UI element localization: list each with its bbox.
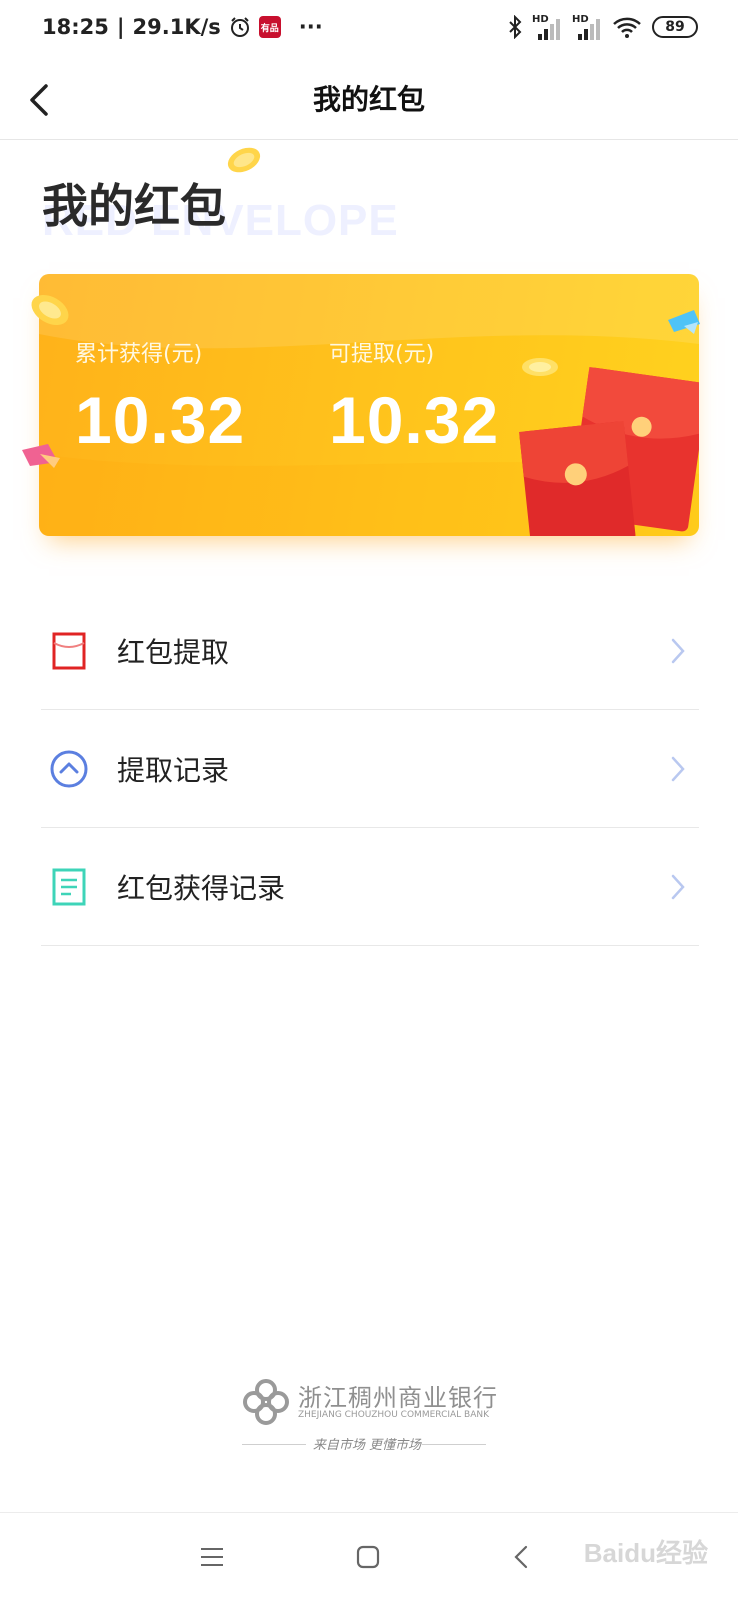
menu-label: 红包提取 <box>117 635 230 669</box>
coin-icon <box>227 147 261 173</box>
battery-icon: 89 <box>652 16 698 38</box>
menu-label: 提取记录 <box>117 753 230 787</box>
page-title: 我的红包 <box>312 83 425 116</box>
withdrawable-value: 10.32 <box>329 383 500 457</box>
red-envelope-icon <box>52 632 86 669</box>
app-badge-icon: 有品 <box>258 16 281 38</box>
signal-1: HD <box>532 14 562 40</box>
signal-2: HD <box>572 14 602 40</box>
back-icon[interactable] <box>508 1543 536 1571</box>
bank-logo-icon <box>243 1379 289 1425</box>
baidu-watermark: Baidu经验 <box>583 1538 708 1568</box>
system-navigation-bar: Baidu经验 <box>0 1512 738 1600</box>
confetti-icon <box>22 444 60 468</box>
status-time: 18:25 <box>42 15 109 39</box>
withdrawable: 可提取(元) 10.32 <box>329 336 499 458</box>
nav-bar: 我的红包 <box>0 60 738 140</box>
signal-icon <box>578 19 600 40</box>
menu-label: 红包获得记录 <box>117 871 286 905</box>
signal-icon <box>538 19 560 40</box>
total-earned: 累计获得(元) 10.32 <box>75 336 245 458</box>
status-right: HD HD 89 <box>508 14 698 40</box>
withdraw-record-icon <box>50 750 88 787</box>
bank-logo: 浙江稠州商业银行 ZHEJIANG CHOUZHOU COMMERCIAL BA… <box>242 1378 502 1458</box>
status-speed: 29.1K/s <box>132 15 221 39</box>
status-more: ··· <box>298 15 323 39</box>
red-envelope-summary-card: 累计获得(元) 10.32 可提取(元) 10.32 <box>39 274 699 536</box>
status-bar: 18:25 | 29.1K/s 有品 ··· HD HD 89 <box>0 0 738 60</box>
total-earned-label: 累计获得(元) <box>75 342 203 367</box>
chevron-right-icon <box>671 638 685 663</box>
menu-item-withdraw[interactable]: 红包提取 <box>41 592 699 710</box>
red-envelopes-illustration <box>519 366 699 536</box>
menu-item-withdraw-records[interactable]: 提取记录 <box>41 710 699 828</box>
chevron-right-icon <box>671 874 685 899</box>
wifi-icon <box>613 17 641 38</box>
menu-item-earned-records[interactable]: 红包获得记录 <box>41 828 699 946</box>
withdrawable-label: 可提取(元) <box>329 342 435 367</box>
menu-icon[interactable] <box>198 1543 226 1571</box>
page-heading: 我的红包 <box>42 179 226 233</box>
menu-list: 红包提取 提取记录 红包获得记录 <box>41 592 699 946</box>
receipt-icon <box>52 868 86 905</box>
bluetooth-icon <box>509 15 522 39</box>
bank-name: 浙江稠州商业银行 <box>298 1384 498 1412</box>
total-earned-value: 10.32 <box>75 383 246 457</box>
chevron-right-icon <box>671 756 685 781</box>
status-left: 18:25 | 29.1K/s 有品 ··· <box>42 15 323 39</box>
coin-icon <box>31 294 69 326</box>
alarm-icon <box>230 17 249 37</box>
divider <box>422 1444 486 1445</box>
home-icon[interactable] <box>354 1543 382 1571</box>
bank-english-name: ZHEJIANG CHOUZHOU COMMERCIAL BANK <box>298 1410 490 1420</box>
confetti-icon <box>668 310 700 334</box>
